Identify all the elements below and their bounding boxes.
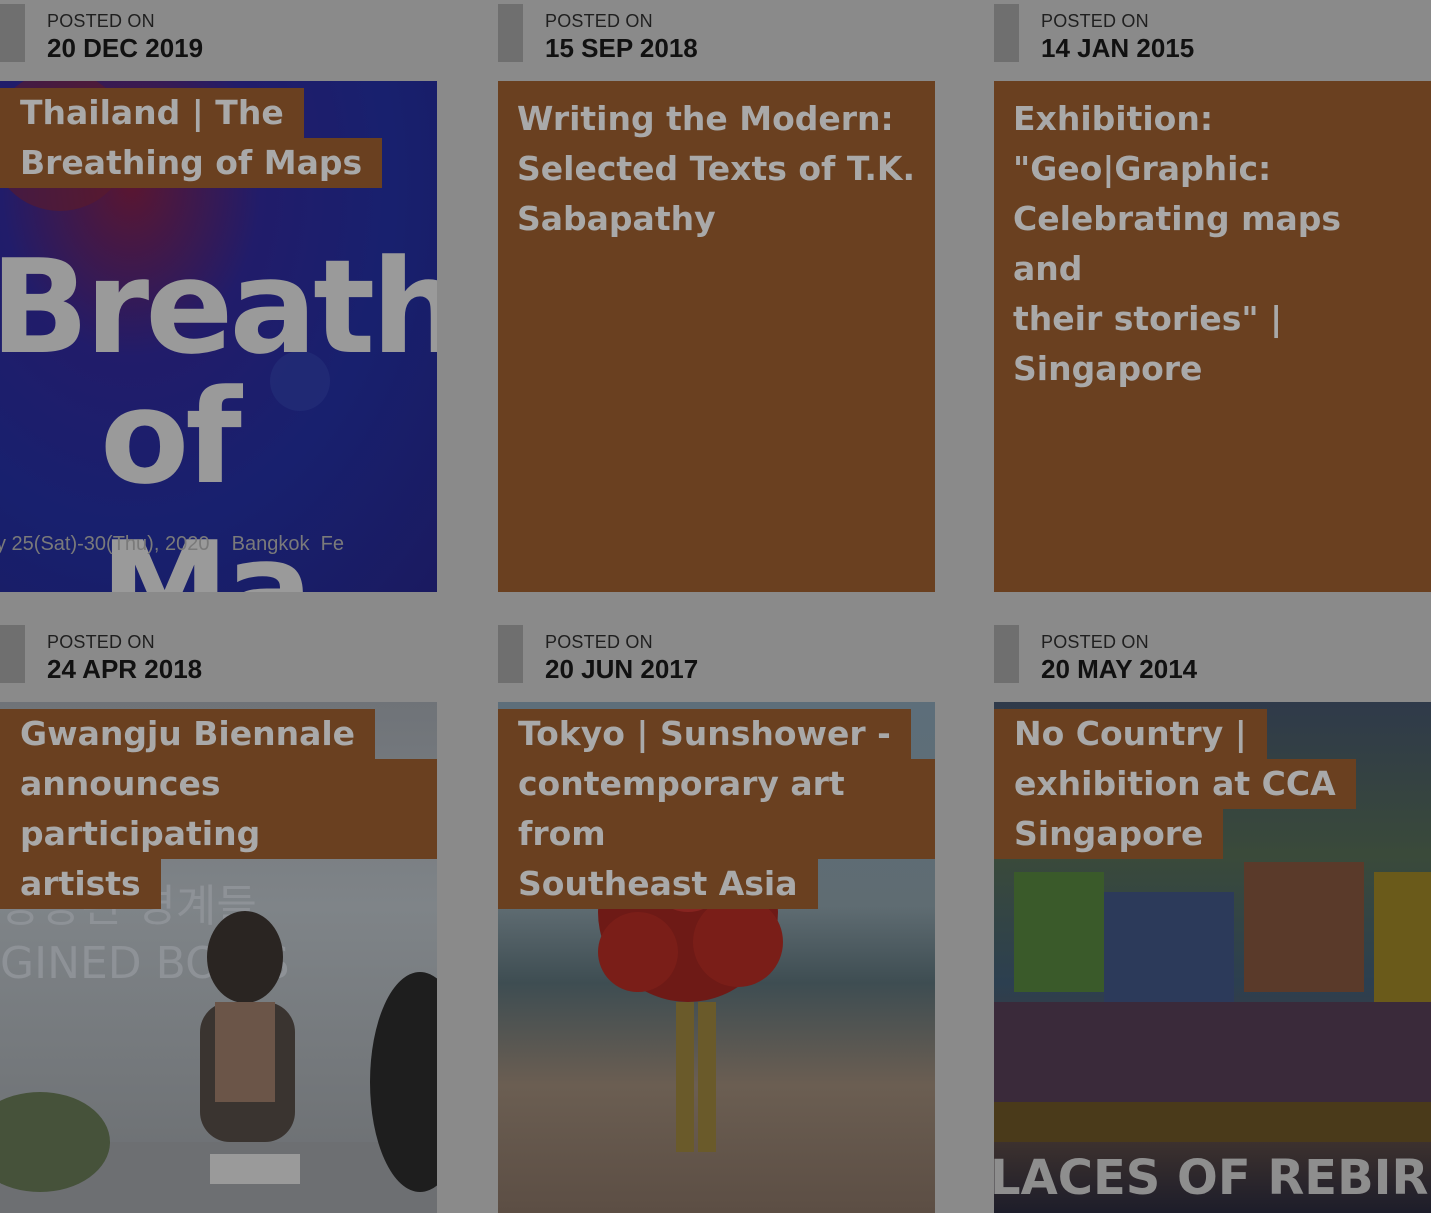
- post-title[interactable]: Tokyo | Sunshower - contemporary art fro…: [498, 709, 935, 909]
- post-thumbnail[interactable]: Exhibition: "Geo|Graphic: Celebrating ma…: [994, 81, 1431, 592]
- post-thumbnail[interactable]: 상상된 경계들 GINED BO S Gwangju Biennale anno…: [0, 702, 437, 1213]
- post-meta: POSTED ON 15 SEP 2018: [498, 0, 936, 81]
- post-title[interactable]: Exhibition: "Geo|Graphic: Celebrating ma…: [1013, 94, 1418, 394]
- post-meta: POSTED ON 14 JAN 2015: [994, 0, 1431, 81]
- post-title[interactable]: No Country | exhibition at CCA Singapore: [994, 709, 1356, 859]
- title-line[interactable]: Singapore: [1013, 344, 1418, 394]
- posted-on-label: POSTED ON: [545, 11, 653, 31]
- post-card-writing-modern: POSTED ON 15 SEP 2018 Writing the Modern…: [498, 0, 936, 592]
- title-line[interactable]: Writing the Modern:: [517, 94, 922, 144]
- posted-on-label: POSTED ON: [1041, 11, 1149, 31]
- title-line[interactable]: announces participating: [0, 759, 437, 859]
- posted-on-label: POSTED ON: [47, 632, 155, 652]
- title-line[interactable]: Sabapathy: [517, 194, 922, 244]
- meta-accent-bar: [498, 4, 523, 62]
- title-line[interactable]: Celebrating maps and: [1013, 194, 1418, 294]
- post-date: 24 APR 2018: [47, 654, 203, 684]
- post-meta: POSTED ON 20 DEC 2019: [0, 0, 438, 81]
- title-line[interactable]: Breathing of Maps: [0, 138, 383, 188]
- post-title[interactable]: Gwangju Biennale announces participating…: [0, 709, 437, 909]
- post-thumbnail[interactable]: Tokyo | Sunshower - contemporary art fro…: [498, 702, 935, 1213]
- post-card-tokyo-sunshower: POSTED ON 20 JUN 2017 Tokyo | Sunshower …: [498, 621, 936, 1213]
- title-line[interactable]: "Geo|Graphic:: [1013, 144, 1418, 194]
- title-line[interactable]: Tokyo | Sunshower -: [498, 709, 911, 759]
- post-date: 14 JAN 2015: [1041, 33, 1195, 63]
- image-word-2: of Ma: [100, 361, 313, 592]
- title-line[interactable]: artists: [0, 859, 161, 909]
- posted-on-label: POSTED ON: [545, 632, 653, 652]
- post-date: 20 JUN 2017: [545, 654, 699, 684]
- posted-on-label: POSTED ON: [1041, 632, 1149, 652]
- post-meta: POSTED ON 24 APR 2018: [0, 621, 438, 702]
- post-card-no-country: POSTED ON 20 MAY 2014 LACES OF REBIR No …: [994, 621, 1431, 1213]
- post-meta: POSTED ON 20 MAY 2014: [994, 621, 1431, 702]
- post-date: 20 DEC 2019: [47, 33, 204, 63]
- post-card-gwangju: POSTED ON 24 APR 2018 상상된 경계들 GINED BO S…: [0, 621, 438, 1213]
- title-line[interactable]: Southeast Asia: [498, 859, 818, 909]
- post-thumbnail[interactable]: LACES OF REBIR No Country | exhibition a…: [994, 702, 1431, 1213]
- meta-accent-bar: [994, 4, 1019, 62]
- title-line[interactable]: Selected Texts of T.K.: [517, 144, 922, 194]
- post-meta: POSTED ON 20 JUN 2017: [498, 621, 936, 702]
- post-date: 15 SEP 2018: [545, 33, 698, 63]
- title-line[interactable]: Exhibition:: [1013, 94, 1418, 144]
- post-thumbnail[interactable]: Writing the Modern: Selected Texts of T.…: [498, 81, 935, 592]
- post-card-thailand: POSTED ON 20 DEC 2019 Breathin of Ma y 2…: [0, 0, 438, 592]
- meta-accent-bar: [994, 625, 1019, 683]
- poster-caption: LACES OF REBIR: [994, 1150, 1429, 1206]
- post-thumbnail[interactable]: Breathin of Ma y 25(Sat)-30(Thu), 2020 B…: [0, 81, 437, 592]
- title-line[interactable]: No Country |: [994, 709, 1267, 759]
- title-line[interactable]: Singapore: [994, 809, 1224, 859]
- post-title[interactable]: Thailand | The Breathing of Maps: [0, 88, 383, 188]
- post-date: 20 MAY 2014: [1041, 654, 1198, 684]
- meta-accent-bar: [0, 4, 25, 62]
- image-caption: y 25(Sat)-30(Thu), 2020 Bangkok Fe: [0, 533, 344, 555]
- title-line[interactable]: exhibition at CCA: [994, 759, 1356, 809]
- post-card-geographic: POSTED ON 14 JAN 2015 Exhibition: "Geo|G…: [994, 0, 1431, 592]
- title-line[interactable]: contemporary art from: [498, 759, 935, 859]
- title-line[interactable]: Gwangju Biennale: [0, 709, 376, 759]
- title-line[interactable]: their stories" |: [1013, 294, 1418, 344]
- title-line[interactable]: Thailand | The: [0, 88, 304, 138]
- meta-accent-bar: [0, 625, 25, 683]
- posted-on-label: POSTED ON: [47, 11, 155, 31]
- meta-accent-bar: [498, 625, 523, 683]
- post-title[interactable]: Writing the Modern: Selected Texts of T.…: [517, 94, 922, 244]
